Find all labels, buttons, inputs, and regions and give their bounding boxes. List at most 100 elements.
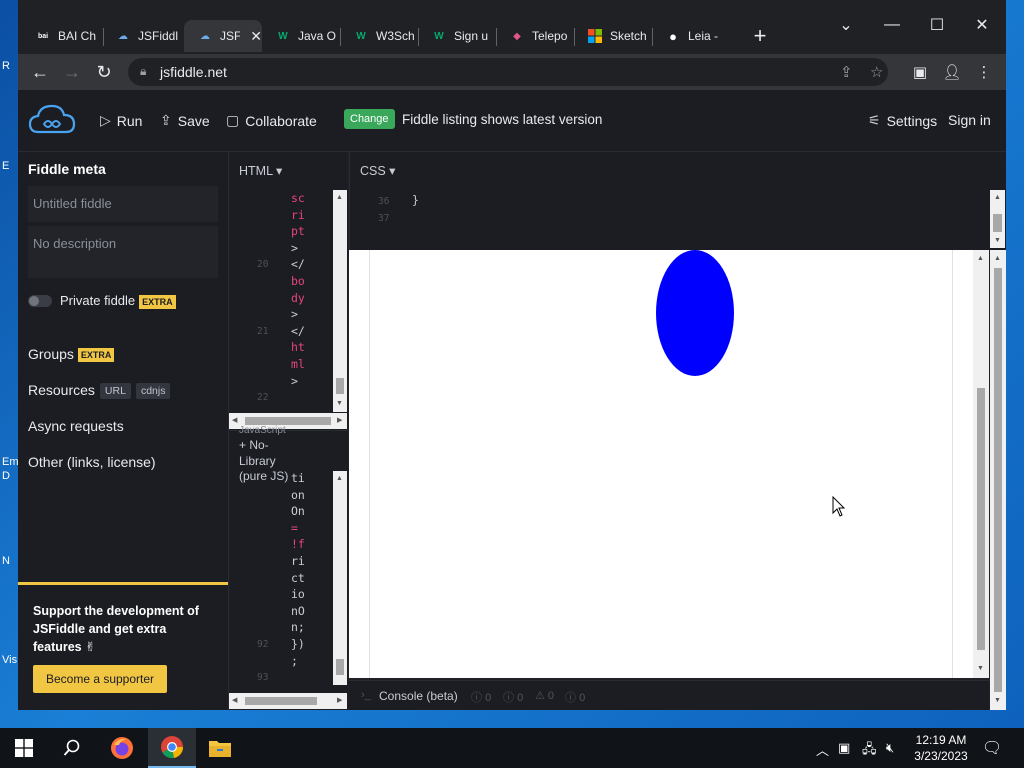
reload-icon[interactable]: ↻	[90, 58, 118, 86]
system-clock[interactable]: 12:19 AM 3/23/2023	[908, 732, 974, 764]
address-bar[interactable]: 🔒︎ jsfiddle.net ⇪ ☆	[128, 58, 888, 86]
scroll-up-arrow-icon[interactable]: ▲	[336, 475, 343, 483]
scroll-down-arrow-icon[interactable]: ▼	[994, 697, 1001, 705]
code-line: !f	[291, 537, 305, 552]
html-hscroll-thumb[interactable]	[245, 417, 331, 425]
js-panel-label[interactable]: + No-Library (pure JS)	[239, 438, 299, 485]
desktop-icon-label[interactable]: R	[2, 60, 10, 72]
console-label[interactable]: Console (beta)	[379, 689, 458, 703]
collaborate-button[interactable]: ▢ Collaborate	[226, 112, 317, 129]
page-vertical-scrollbar[interactable]: ▲ ▼	[990, 250, 1006, 710]
console-info-count: ⓘ 0	[503, 692, 524, 704]
html-scroll-thumb[interactable]	[336, 378, 344, 394]
js-hscroll-thumb[interactable]	[245, 697, 317, 705]
bookmark-star-icon[interactable]: ☆	[870, 63, 883, 81]
scroll-down-arrow-icon[interactable]: ▼	[977, 665, 984, 673]
tray-overflow-chevron-icon[interactable]: ︿	[816, 740, 829, 759]
css-code-line[interactable]: }	[412, 192, 419, 209]
taskbar-file-explorer[interactable]	[196, 728, 244, 768]
new-tab-button[interactable]: +	[746, 22, 774, 50]
tab-signup[interactable]: W Sign u	[418, 20, 496, 52]
desktop-icon-label[interactable]: E	[2, 160, 9, 172]
scroll-up-arrow-icon[interactable]: ▲	[994, 255, 1001, 263]
search-button[interactable]	[48, 728, 96, 768]
folder-icon	[209, 741, 231, 757]
css-editor-panel: CSS ▾ 36 } 37 ▲ ▼	[349, 152, 1006, 250]
tab-jsfiddle-1[interactable]: ☁ JSFiddl	[102, 20, 184, 52]
back-icon[interactable]: ←	[26, 58, 54, 86]
tab-teleport[interactable]: ◆ Telepo	[496, 20, 574, 52]
js-panel-label-fragment[interactable]: JavaScript	[239, 425, 319, 437]
network-icon[interactable]: 🖧︎	[862, 740, 877, 762]
firefox-icon	[111, 737, 133, 759]
scroll-up-arrow-icon[interactable]: ▲	[994, 194, 1001, 202]
close-window-icon[interactable]: ✕	[960, 8, 1004, 42]
maximize-icon[interactable]: ☐	[915, 8, 959, 42]
html-panel-label[interactable]: HTML ▾	[239, 163, 282, 178]
cdnjs-badge[interactable]: cdnjs	[135, 383, 171, 400]
settings-button[interactable]: ⚟ Settings	[868, 112, 937, 129]
js-code-area[interactable]: ti on On = !f ri ct io nO n;});	[291, 470, 305, 669]
console-bar[interactable]: ›_ Console (beta) ⓘ 0 ⓘ 0 ⚠ 0 ⓘ 0	[349, 680, 989, 710]
js-scroll-thumb[interactable]	[336, 659, 344, 675]
tab-search-chevron-icon[interactable]: ⌄	[824, 8, 868, 42]
share-icon[interactable]: ⇪	[840, 63, 853, 81]
side-panel-icon[interactable]: ▣	[906, 58, 934, 86]
css-scroll-thumb[interactable]	[993, 214, 1002, 232]
url-badge[interactable]: URL	[99, 383, 131, 400]
scroll-down-arrow-icon[interactable]: ▼	[336, 400, 343, 408]
chrome-menu-icon[interactable]: ⋮	[970, 58, 998, 86]
chrome-icon	[161, 736, 184, 759]
jsfiddle-logo-icon[interactable]	[28, 102, 76, 138]
tab-bai[interactable]: bai BAI Ch	[22, 20, 102, 52]
sidebar-item-resources[interactable]: Resources URL cdnjs	[28, 382, 171, 400]
scroll-up-arrow-icon[interactable]: ▲	[336, 194, 343, 202]
result-iframe[interactable]: ▲ ▼	[349, 250, 989, 678]
sidebar-item-other[interactable]: Other (links, license)	[28, 454, 156, 470]
html-code-area[interactable]: sc ri pt > </bo dy > </ht ml >	[291, 190, 305, 389]
js-vertical-scrollbar[interactable]: ▲	[333, 471, 347, 685]
notifications-icon[interactable]: 🗨︎	[982, 738, 1002, 758]
scroll-down-arrow-icon[interactable]: ▼	[994, 237, 1001, 245]
result-scroll-thumb[interactable]	[977, 388, 985, 650]
taskbar-firefox[interactable]	[98, 728, 146, 768]
desktop-icon-label[interactable]: N	[2, 555, 10, 567]
start-button[interactable]	[0, 728, 48, 768]
fiddle-title-input[interactable]: Untitled fiddle	[28, 186, 218, 222]
private-fiddle-toggle[interactable]	[28, 295, 52, 307]
tab-close-icon[interactable]: ✕	[250, 28, 262, 45]
become-supporter-button[interactable]: Become a supporter	[33, 665, 167, 693]
html-vertical-scrollbar[interactable]: ▲ ▼	[333, 190, 347, 412]
scroll-left-arrow-icon[interactable]: ◀	[232, 697, 237, 705]
minimize-icon[interactable]: —	[870, 8, 914, 42]
taskbar-chrome[interactable]	[148, 728, 196, 768]
fiddle-description-input[interactable]: No description	[28, 226, 218, 278]
page-scroll-thumb[interactable]	[994, 268, 1002, 692]
profile-icon[interactable]: 👤︎	[938, 58, 966, 86]
js-horizontal-scrollbar[interactable]: ◀ ▶	[229, 693, 347, 709]
desktop-icon-label[interactable]: Vis	[2, 654, 17, 666]
sidebar-item-groups[interactable]: Groups EXTRA	[28, 346, 115, 363]
tab-sketch[interactable]: Sketch	[574, 20, 652, 52]
tab-java[interactable]: W Java O	[262, 20, 340, 52]
sign-in-button[interactable]: Sign in	[948, 112, 991, 128]
css-panel-label[interactable]: CSS ▾	[360, 163, 395, 178]
scroll-left-arrow-icon[interactable]: ◀	[232, 417, 237, 425]
sidebar-item-async-requests[interactable]: Async requests	[28, 418, 124, 434]
scroll-right-arrow-icon[interactable]: ▶	[337, 417, 342, 425]
desktop-icon-label[interactable]: Em	[2, 456, 19, 468]
tab-w3schools[interactable]: W W3Sch	[340, 20, 418, 52]
run-button[interactable]: ▷ Run	[100, 112, 142, 129]
css-vertical-scrollbar[interactable]: ▲ ▼	[990, 190, 1005, 248]
volume-muted-icon[interactable]: 🔇︎	[886, 740, 894, 756]
desktop-icon-label[interactable]: D	[2, 470, 10, 482]
result-vertical-scrollbar[interactable]: ▲ ▼	[973, 250, 989, 678]
forward-icon[interactable]: →	[58, 58, 86, 86]
scroll-right-arrow-icon[interactable]: ▶	[337, 697, 342, 705]
change-badge[interactable]: Change	[344, 109, 395, 129]
tab-leia[interactable]: ● Leia -	[652, 20, 732, 52]
tab-jsfiddle-active[interactable]: ☁ JSFi ✕	[184, 20, 262, 52]
tray-app-icon[interactable]: ▣	[838, 740, 850, 756]
save-button[interactable]: ⇪ Save	[160, 112, 210, 129]
scroll-up-arrow-icon[interactable]: ▲	[977, 255, 984, 263]
